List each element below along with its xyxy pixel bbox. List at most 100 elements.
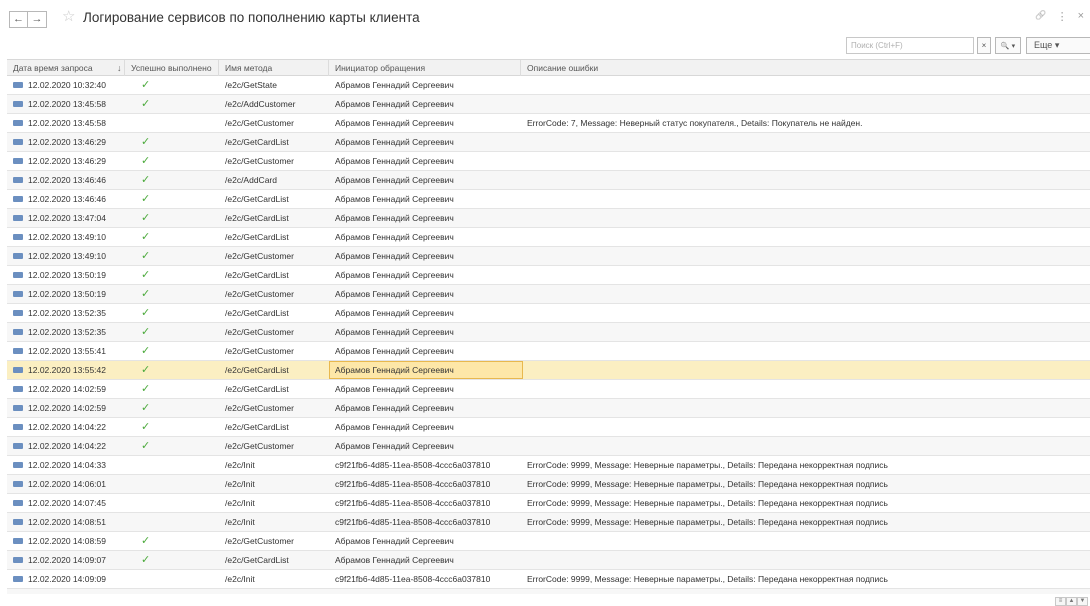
cell-error[interactable] (521, 551, 1090, 569)
cell-error[interactable] (521, 133, 1090, 151)
cell-initiator[interactable]: Абрамов Геннадий Сергеевич (329, 399, 523, 417)
more-menu-icon[interactable]: ⋮ (1057, 10, 1068, 23)
cell-method[interactable]: /e2c/GetCustomer (219, 532, 327, 550)
cell-method[interactable]: /e2c/GetCustomer (219, 114, 327, 132)
cell-success[interactable]: ✓ (125, 437, 217, 455)
cell-error[interactable] (521, 399, 1090, 417)
cell-error[interactable] (521, 76, 1090, 94)
cell-initiator[interactable]: Абрамов Геннадий Сергеевич (329, 361, 523, 379)
cell-initiator[interactable]: c9f21fb6-4d85-11ea-8508-4ccc6a037810 (329, 570, 523, 588)
table-row[interactable]: 12.02.2020 14:04:22 ✓ /e2c/GetCustomer Абра… (7, 437, 1090, 456)
cell-initiator[interactable]: Абрамов Геннадий Сергеевич (329, 551, 523, 569)
cell-success[interactable] (125, 475, 217, 493)
cell-initiator[interactable]: Абрамов Геннадий Сергеевич (329, 228, 523, 246)
cell-method[interactable]: /e2c/GetCardList (219, 190, 327, 208)
cell-initiator[interactable]: Абрамов Геннадий Сергеевич (329, 285, 523, 303)
cell-date[interactable]: 12.02.2020 14:02:59 (7, 399, 123, 417)
cell-error[interactable]: ErrorCode: 9999, Message: Неверные парам… (521, 589, 1090, 594)
cell-success[interactable]: ✓ (125, 76, 217, 94)
cell-success[interactable] (125, 494, 217, 512)
table-row[interactable]: 12.02.2020 13:46:46 ✓ /e2c/GetCardList Абра… (7, 190, 1090, 209)
cell-initiator[interactable]: Абрамов Геннадий Сергеевич (329, 342, 523, 360)
table-row[interactable]: 12.02.2020 14:04:22 ✓ /e2c/GetCardList Абра… (7, 418, 1090, 437)
cell-error[interactable]: ErrorCode: 9999, Message: Неверные парам… (521, 456, 1090, 474)
column-header-initiator[interactable]: Инициатор обращения (329, 60, 521, 76)
cell-method[interactable]: /e2c/AddCustomer (219, 95, 327, 113)
cell-success[interactable]: ✓ (125, 266, 217, 284)
column-header-error[interactable]: Описание ошибки (521, 60, 1090, 76)
cell-success[interactable]: ✓ (125, 323, 217, 341)
scroll-down-icon[interactable]: ▼ (1077, 597, 1088, 606)
cell-initiator[interactable]: c9f21fb6-4d85-11ea-8508-4ccc6a037810 (329, 456, 523, 474)
table-row[interactable]: 12.02.2020 13:55:41 ✓ /e2c/GetCustomer Абра… (7, 342, 1090, 361)
cell-error[interactable] (521, 190, 1090, 208)
cell-success[interactable]: ✓ (125, 133, 217, 151)
cell-method[interactable]: /e2c/GetCardList (219, 304, 327, 322)
cell-initiator[interactable]: Абрамов Геннадий Сергеевич (329, 266, 523, 284)
cell-error[interactable]: ErrorCode: 9999, Message: Неверные парам… (521, 513, 1090, 531)
cell-date[interactable]: 12.02.2020 13:47:04 (7, 209, 123, 227)
cell-error[interactable]: ErrorCode: 9999, Message: Неверные парам… (521, 475, 1090, 493)
cell-initiator[interactable]: Абрамов Геннадий Сергеевич (329, 380, 523, 398)
cell-success[interactable]: ✓ (125, 532, 217, 550)
cell-method[interactable]: /e2c/AddCard (219, 171, 327, 189)
cell-initiator[interactable]: Абрамов Геннадий Сергеевич (329, 323, 523, 341)
cell-success[interactable]: ✓ (125, 418, 217, 436)
cell-initiator[interactable]: Абрамов Геннадий Сергеевич (329, 437, 523, 455)
cell-initiator[interactable]: Абрамов Геннадий Сергеевич (329, 114, 523, 132)
cell-method[interactable]: /e2c/GetCardList (219, 418, 327, 436)
cell-success[interactable]: ✓ (125, 228, 217, 246)
table-row[interactable]: 12.02.2020 13:49:10 ✓ /e2c/GetCustomer Абра… (7, 247, 1090, 266)
cell-method[interactable]: /e2c/GetState (219, 76, 327, 94)
cell-success[interactable]: ✓ (125, 171, 217, 189)
cell-success[interactable]: ✓ (125, 380, 217, 398)
cell-success[interactable] (125, 589, 217, 594)
cell-date[interactable]: 12.02.2020 13:55:41 (7, 342, 123, 360)
cell-date[interactable]: 12.02.2020 13:45:58 (7, 114, 123, 132)
cell-method[interactable]: /e2c/GetCardList (219, 266, 327, 284)
table-row[interactable]: 12.02.2020 13:49:10 ✓ /e2c/GetCardList Абра… (7, 228, 1090, 247)
cell-date[interactable]: 12.02.2020 13:46:29 (7, 152, 123, 170)
cell-initiator[interactable]: c9f21fb6-4d85-11ea-8508-4ccc6a037810 (329, 513, 523, 531)
cell-error[interactable] (521, 361, 1090, 379)
cell-date[interactable]: 12.02.2020 14:09:09 (7, 570, 123, 588)
table-row[interactable]: 12.02.2020 14:04:33/e2c/Init c9f21fb6-4d8… (7, 456, 1090, 475)
column-header-date[interactable]: Дата время запроса ↓ (7, 60, 125, 76)
column-header-method[interactable]: Имя метода (219, 60, 329, 76)
cell-date[interactable]: 12.02.2020 13:45:58 (7, 95, 123, 113)
table-row[interactable]: 12.02.2020 14:09:07 ✓ /e2c/GetCardList Абра… (7, 551, 1090, 570)
cell-error[interactable] (521, 285, 1090, 303)
cell-date[interactable]: 12.02.2020 14:09:07 (7, 551, 123, 569)
cell-success[interactable]: ✓ (125, 304, 217, 322)
table-row[interactable]: 12.02.2020 14:02:59 ✓ /e2c/GetCardList Абра… (7, 380, 1090, 399)
cell-date[interactable]: 12.02.2020 14:08:59 (7, 532, 123, 550)
cell-success[interactable] (125, 513, 217, 531)
cell-initiator[interactable]: Абрамов Геннадий Сергеевич (329, 152, 523, 170)
cell-error[interactable] (521, 171, 1090, 189)
cell-date[interactable]: 12.02.2020 13:49:10 (7, 247, 123, 265)
cell-method[interactable]: /e2c/GetCustomer (219, 437, 327, 455)
cell-error[interactable] (521, 209, 1090, 227)
table-row[interactable]: 12.02.2020 13:46:29 ✓ /e2c/GetCardList Абра… (7, 133, 1090, 152)
cell-method[interactable]: /e2c/GetCardList (219, 361, 327, 379)
cell-method[interactable]: /e2c/Init (219, 494, 327, 512)
table-row[interactable]: 12.02.2020 13:55:42 ✓ /e2c/GetCardList Абра… (7, 361, 1090, 380)
cell-date[interactable]: 12.02.2020 14:06:01 (7, 475, 123, 493)
cell-method[interactable]: /e2c/GetCardList (219, 551, 327, 569)
cell-initiator[interactable]: Абрамов Геннадий Сергеевич (329, 304, 523, 322)
cell-success[interactable]: ✓ (125, 190, 217, 208)
cell-method[interactable]: /e2c/GetCustomer (219, 285, 327, 303)
cell-method[interactable]: /e2c/GetCustomer (219, 152, 327, 170)
cell-method[interactable]: /e2c/GetCardList (219, 228, 327, 246)
more-button[interactable]: Еще ▾ (1026, 37, 1090, 54)
scroll-top-icon[interactable]: ≡ (1055, 597, 1066, 606)
cell-date[interactable]: 12.02.2020 14:04:33 (7, 456, 123, 474)
cell-method[interactable]: /e2c/Init (219, 456, 327, 474)
cell-initiator[interactable]: Абрамов Геннадий Сергеевич (329, 209, 523, 227)
table-row[interactable]: 12.02.2020 14:07:45/e2c/Init c9f21fb6-4d8… (7, 494, 1090, 513)
table-row[interactable]: 12.02.2020 14:02:59 ✓ /e2c/GetCustomer Абра… (7, 399, 1090, 418)
cell-initiator[interactable]: Абрамов Геннадий Сергеевич (329, 95, 523, 113)
cell-initiator[interactable]: Абрамов Геннадий Сергеевич (329, 418, 523, 436)
cell-date[interactable]: 12.02.2020 14:02:59 (7, 380, 123, 398)
table-row[interactable]: 12.02.2020 13:45:58/e2c/GetCustomer Абрам… (7, 114, 1090, 133)
